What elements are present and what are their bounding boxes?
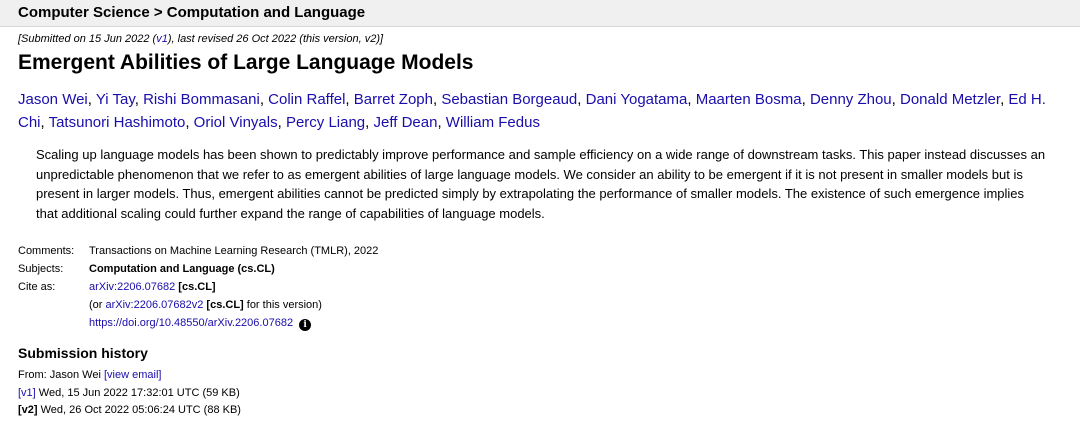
submission-history-title: Submission history — [18, 345, 148, 361]
author-link[interactable]: William Fedus — [446, 114, 540, 131]
author-separator: , — [87, 91, 96, 108]
author-link[interactable]: Yi Tay — [96, 91, 135, 108]
history-v2-text: Wed, 26 Oct 2022 05:06:24 UTC (88 KB) — [37, 404, 241, 416]
doi-value: https://doi.org/10.48550/arXiv.2206.0768… — [89, 317, 312, 331]
subjects-value: Computation and Language (cs.CL) — [89, 263, 275, 275]
abstract: Scaling up language models has been show… — [36, 147, 1046, 221]
author-separator: , — [801, 91, 810, 108]
cite-version-suffix: for this version) — [243, 299, 322, 311]
arxiv-version-link[interactable]: arXiv:2206.07682v2 — [106, 299, 204, 311]
history-from: From: Jason Wei [view email] — [18, 367, 241, 385]
from-label: From: Jason Wei — [18, 369, 104, 381]
author-link[interactable]: Tatsunori Hashimoto — [49, 114, 186, 131]
view-email-link[interactable]: [view email] — [104, 369, 161, 381]
cite-label: Cite as: — [18, 281, 56, 293]
author-separator: , — [134, 91, 144, 108]
breadcrumb[interactable]: Computer Science > Computation and Langu… — [18, 4, 365, 21]
author-separator: , — [277, 114, 286, 131]
author-separator: , — [259, 91, 269, 108]
history-v2-label: [v2] — [18, 404, 38, 416]
header-bar: Computer Science > Computation and Langu… — [0, 0, 1080, 27]
v1-link[interactable]: v1 — [156, 33, 168, 45]
author-list: Jason Wei, Yi Tay, Rishi Bommasani, Coli… — [18, 88, 1070, 134]
arxiv-id-link[interactable]: arXiv:2206.07682 — [89, 281, 175, 293]
comments-value: Transactions on Machine Learning Researc… — [89, 245, 379, 257]
history-v2: [v2] Wed, 26 Oct 2022 05:06:24 UTC (88 K… — [18, 402, 241, 420]
submission-dateline: [Submitted on 15 Jun 2022 (v1), last rev… — [18, 33, 383, 45]
author-link[interactable]: Rishi Bommasani — [143, 91, 260, 108]
comments-label: Comments: — [18, 245, 75, 257]
author-link[interactable]: Colin Raffel — [268, 91, 345, 108]
cite-value: arXiv:2206.07682 [cs.CL] — [89, 281, 216, 293]
submission-history: From: Jason Wei [view email] [v1] Wed, 1… — [18, 367, 241, 420]
dateline-suffix: ), last revised 26 Oct 2022 (this versio… — [167, 33, 384, 45]
history-v1-text: Wed, 15 Jun 2022 17:32:01 UTC (59 KB) — [35, 386, 240, 399]
author-separator: , — [345, 91, 354, 108]
author-separator: , — [40, 114, 49, 131]
author-link[interactable]: Percy Liang — [286, 114, 365, 131]
author-link[interactable]: Donald Metzler — [900, 91, 1000, 108]
history-v1: [v1] Wed, 15 Jun 2022 17:32:01 UTC (59 K… — [18, 385, 241, 403]
author-link[interactable]: Barret Zoph — [354, 91, 433, 108]
author-link[interactable]: Maarten Bosma — [696, 91, 802, 108]
author-separator: , — [891, 91, 900, 108]
subjects-label: Subjects: — [18, 263, 64, 275]
cite-version-value: (or arXiv:2206.07682v2 [cs.CL] for this … — [89, 299, 322, 311]
cite-category: [cs.CL] — [178, 281, 216, 293]
author-link[interactable]: Sebastian Borgeaud — [441, 91, 577, 108]
paper-title: Emergent Abilities of Large Language Mod… — [18, 51, 474, 74]
author-separator: , — [365, 114, 374, 131]
author-link[interactable]: Denny Zhou — [810, 91, 892, 108]
author-link[interactable]: Oriol Vinyals — [194, 114, 278, 131]
cite-version-category: [cs.CL] — [206, 299, 244, 311]
author-link[interactable]: Jason Wei — [18, 91, 88, 108]
author-separator: , — [687, 91, 696, 108]
info-icon[interactable]: i — [299, 319, 312, 331]
author-link[interactable]: Jeff Dean — [374, 114, 438, 131]
cite-version-open: (or — [89, 299, 106, 311]
author-separator: , — [185, 114, 194, 131]
dateline-prefix: [Submitted on 15 Jun 2022 ( — [18, 33, 157, 45]
author-separator: , — [437, 114, 446, 131]
author-separator: , — [577, 91, 586, 108]
history-v1-link[interactable]: [v1] — [18, 387, 36, 399]
doi-link[interactable]: https://doi.org/10.48550/arXiv.2206.0768… — [89, 317, 293, 329]
author-link[interactable]: Dani Yogatama — [586, 91, 688, 108]
